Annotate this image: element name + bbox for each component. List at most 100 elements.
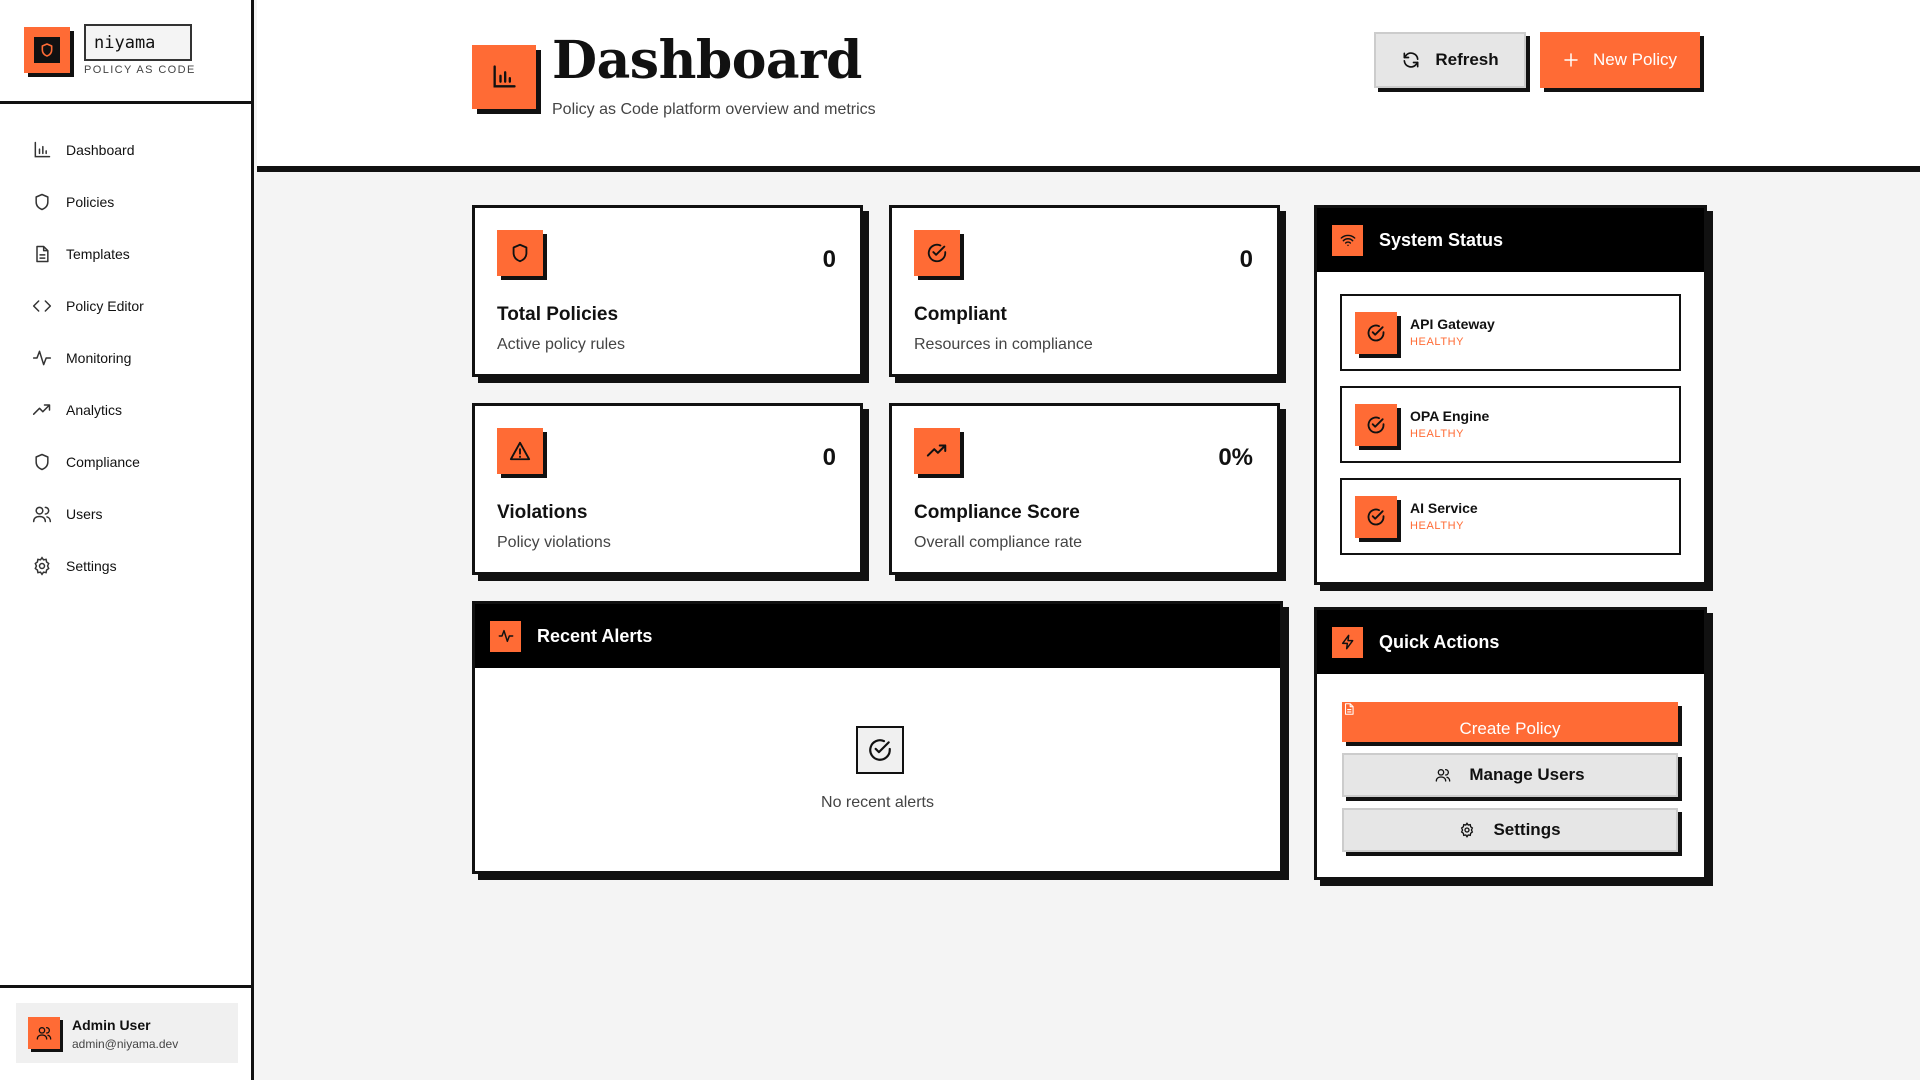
stat-label: Total Policies xyxy=(497,304,619,325)
sidebar-item-label: Settings xyxy=(66,558,117,574)
stat-card-total-policies[interactable]: 0 Total Policies Active policy rules xyxy=(472,205,863,377)
panel-icon xyxy=(1332,224,1363,256)
sidebar-item-settings[interactable]: Settings xyxy=(0,540,251,592)
sidebar-nav: Dashboard Policies Templates Policy Edit… xyxy=(0,124,251,592)
check-circle-icon xyxy=(1367,416,1385,434)
sidebar-item-label: Analytics xyxy=(66,402,123,418)
sidebar-item-users[interactable]: Users xyxy=(0,488,251,540)
check-circle-icon xyxy=(927,243,947,263)
sidebar-item-policies[interactable]: Policies xyxy=(0,176,251,228)
sidebar-item-label: Users xyxy=(66,506,103,522)
stat-value: 0 xyxy=(822,444,836,471)
brand-logo[interactable] xyxy=(24,27,70,73)
lightning-icon xyxy=(1341,634,1353,650)
check-circle-icon xyxy=(869,739,891,761)
brand-tagline: POLICY AS CODE xyxy=(84,64,196,76)
sidebar-item-templates[interactable]: Templates xyxy=(0,228,251,280)
sidebar-item-analytics[interactable]: Analytics xyxy=(0,384,251,436)
sidebar: niyama POLICY AS CODE Dashboard Policies… xyxy=(0,0,254,1080)
empty-state-text: No recent alerts xyxy=(821,794,934,811)
quick-actions-header: Quick Actions xyxy=(1317,610,1704,674)
recent-alerts-header: Recent Alerts xyxy=(475,604,1280,668)
users-icon xyxy=(36,1027,52,1040)
stat-value: 0% xyxy=(1218,444,1253,471)
shield-icon xyxy=(512,243,528,263)
empty-state-icon xyxy=(856,726,904,774)
status-name: API Gateway xyxy=(1410,316,1495,332)
stat-value: 0 xyxy=(1239,246,1253,273)
page-title: Dashboard xyxy=(552,30,862,91)
sidebar-item-label: Policies xyxy=(66,194,115,210)
trending-up-icon xyxy=(32,404,51,415)
trending-up-icon xyxy=(926,444,947,457)
status-item-ai-service[interactable]: AI Service HEALTHY xyxy=(1340,478,1681,555)
status-icon xyxy=(1355,312,1397,354)
status-name: OPA Engine xyxy=(1410,408,1490,424)
page-header: Dashboard Policy as Code platform overvi… xyxy=(257,0,1920,172)
settings-button[interactable]: Settings xyxy=(1342,808,1678,852)
activity-icon xyxy=(498,629,513,643)
user-name: Admin User xyxy=(72,1017,151,1033)
shield-icon xyxy=(41,43,53,57)
sidebar-item-policy-editor[interactable]: Policy Editor xyxy=(0,280,251,332)
create-policy-label: Create Policy xyxy=(1459,719,1561,738)
user-email: admin@niyama.dev xyxy=(72,1037,179,1051)
status-badge: HEALTHY xyxy=(1410,520,1465,532)
page-subtitle: Policy as Code platform overview and met… xyxy=(552,101,876,118)
new-policy-label: New Policy xyxy=(1592,50,1678,69)
stat-label: Compliance Score xyxy=(914,502,1080,523)
stat-icon xyxy=(497,428,543,474)
page-icon xyxy=(472,45,536,109)
stat-icon xyxy=(914,230,960,276)
new-policy-button[interactable]: New Policy xyxy=(1540,32,1700,88)
brand-area: niyama POLICY AS CODE xyxy=(0,0,251,104)
bar-chart-icon xyxy=(34,141,51,158)
stat-card-compliant[interactable]: 0 Compliant Resources in compliance xyxy=(889,205,1280,377)
stat-card-violations[interactable]: 0 Violations Policy violations xyxy=(472,403,863,575)
manage-users-button[interactable]: Manage Users xyxy=(1342,753,1678,797)
stat-card-compliance-score[interactable]: 0% Compliance Score Overall compliance r… xyxy=(889,403,1280,575)
quick-actions-title: Quick Actions xyxy=(1379,631,1500,652)
system-status-title: System Status xyxy=(1379,229,1504,250)
wifi-icon xyxy=(1340,234,1355,247)
stat-desc: Policy violations xyxy=(497,534,611,551)
gear-icon xyxy=(34,556,50,576)
document-icon xyxy=(36,245,49,263)
stat-label: Violations xyxy=(497,502,588,523)
refresh-label: Refresh xyxy=(1435,50,1499,69)
sidebar-item-label: Dashboard xyxy=(66,142,135,158)
stat-desc: Resources in compliance xyxy=(914,336,1093,353)
status-item-api-gateway[interactable]: API Gateway HEALTHY xyxy=(1340,294,1681,371)
document-icon xyxy=(1344,703,1354,715)
manage-users-label: Manage Users xyxy=(1469,765,1585,784)
shield-icon xyxy=(35,193,49,211)
shield-icon xyxy=(35,453,49,471)
users-icon xyxy=(1436,769,1451,782)
system-status-panel: System Status API Gateway HEALTHY OPA En… xyxy=(1314,205,1707,585)
panel-icon xyxy=(1332,626,1363,658)
recent-alerts-title: Recent Alerts xyxy=(537,625,653,646)
bar-chart-icon xyxy=(493,65,516,88)
users-icon xyxy=(32,506,52,523)
sidebar-item-compliance[interactable]: Compliance xyxy=(0,436,251,488)
stat-icon xyxy=(497,230,543,276)
stat-value: 0 xyxy=(822,246,836,273)
status-list: API Gateway HEALTHY OPA Engine HEALTHY A… xyxy=(1317,272,1704,555)
sidebar-item-dashboard[interactable]: Dashboard xyxy=(0,124,251,176)
status-item-opa-engine[interactable]: OPA Engine HEALTHY xyxy=(1340,386,1681,463)
code-icon xyxy=(32,300,52,312)
stat-icon xyxy=(914,428,960,474)
sidebar-item-label: Templates xyxy=(66,246,130,262)
sidebar-item-monitoring[interactable]: Monitoring xyxy=(0,332,251,384)
status-icon xyxy=(1355,404,1397,446)
settings-label: Settings xyxy=(1493,820,1561,839)
system-status-header: System Status xyxy=(1317,208,1704,272)
create-policy-button[interactable]: Create Policy xyxy=(1342,702,1678,742)
refresh-button[interactable]: Refresh xyxy=(1374,32,1526,88)
refresh-icon xyxy=(1403,52,1419,68)
panel-icon xyxy=(490,620,521,652)
check-circle-icon xyxy=(1367,508,1385,526)
user-profile-card[interactable]: Admin User admin@niyama.dev xyxy=(16,1003,238,1063)
user-area: Admin User admin@niyama.dev xyxy=(0,985,251,1080)
status-badge: HEALTHY xyxy=(1410,428,1465,440)
